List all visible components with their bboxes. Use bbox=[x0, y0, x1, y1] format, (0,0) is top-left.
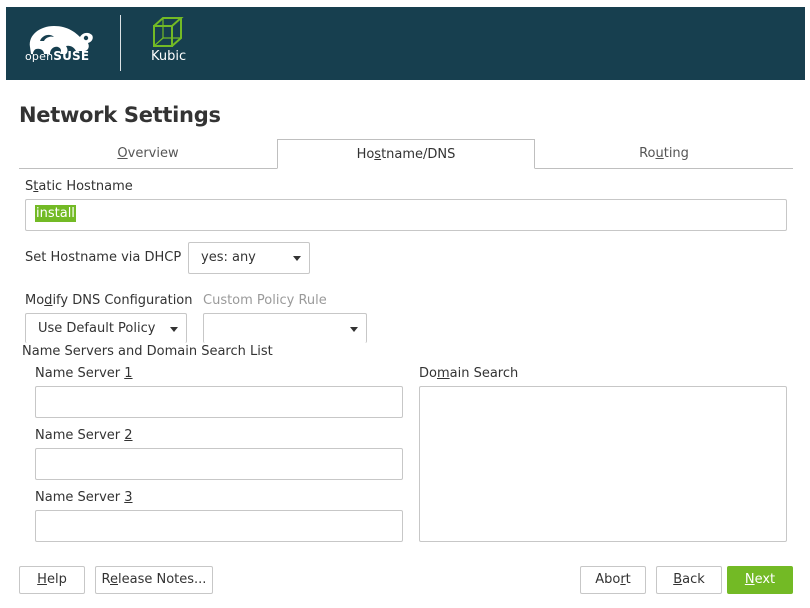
opensuse-wordmark: openSUSE bbox=[25, 49, 90, 63]
abort-button[interactable]: Abort bbox=[580, 566, 646, 594]
modify-dns-label: Modify DNS Configuration bbox=[25, 293, 193, 308]
kubic-cube-icon bbox=[153, 17, 184, 47]
tab-hostname-dns[interactable]: Hostname/DNS bbox=[277, 139, 535, 169]
dropdown-arrow-icon bbox=[170, 326, 178, 332]
static-hostname-label: Static Hostname bbox=[25, 179, 133, 194]
dhcp-hostname-label: Set Hostname via DHCP bbox=[25, 250, 182, 265]
help-button[interactable]: Help bbox=[19, 566, 85, 594]
modify-dns-select[interactable]: Use Default Policy bbox=[25, 313, 187, 343]
custom-policy-select[interactable] bbox=[203, 313, 367, 343]
page-title: Network Settings bbox=[19, 103, 221, 127]
dhcp-hostname-select[interactable]: yes: any bbox=[188, 242, 310, 274]
name-server-3-input[interactable] bbox=[35, 510, 403, 542]
name-servers-section-label: Name Servers and Domain Search List bbox=[22, 344, 273, 359]
hostname-selected-text: install bbox=[35, 205, 76, 222]
tab-routing[interactable]: Routing bbox=[535, 139, 793, 169]
app-header: openSUSE Kubic bbox=[6, 7, 805, 80]
domain-search-textarea[interactable] bbox=[419, 386, 787, 542]
custom-policy-label: Custom Policy Rule bbox=[203, 293, 327, 308]
product-label: Kubic bbox=[151, 49, 187, 64]
static-hostname-input[interactable]: install bbox=[25, 199, 787, 231]
dropdown-arrow-icon bbox=[293, 256, 301, 261]
name-server-2-label: Name Server 2 bbox=[35, 428, 133, 443]
header-divider bbox=[120, 15, 121, 71]
tab-overview[interactable]: Overview bbox=[19, 139, 277, 169]
next-button[interactable]: Next bbox=[727, 566, 793, 594]
name-server-3-label: Name Server 3 bbox=[35, 490, 133, 505]
name-server-2-input[interactable] bbox=[35, 448, 403, 480]
back-button[interactable]: Back bbox=[656, 566, 722, 594]
dropdown-arrow-icon bbox=[350, 326, 358, 332]
release-notes-button[interactable]: Release Notes... bbox=[95, 566, 213, 594]
name-server-1-label: Name Server 1 bbox=[35, 366, 133, 381]
name-server-1-input[interactable] bbox=[35, 386, 403, 418]
domain-search-label: Domain Search bbox=[419, 366, 519, 381]
